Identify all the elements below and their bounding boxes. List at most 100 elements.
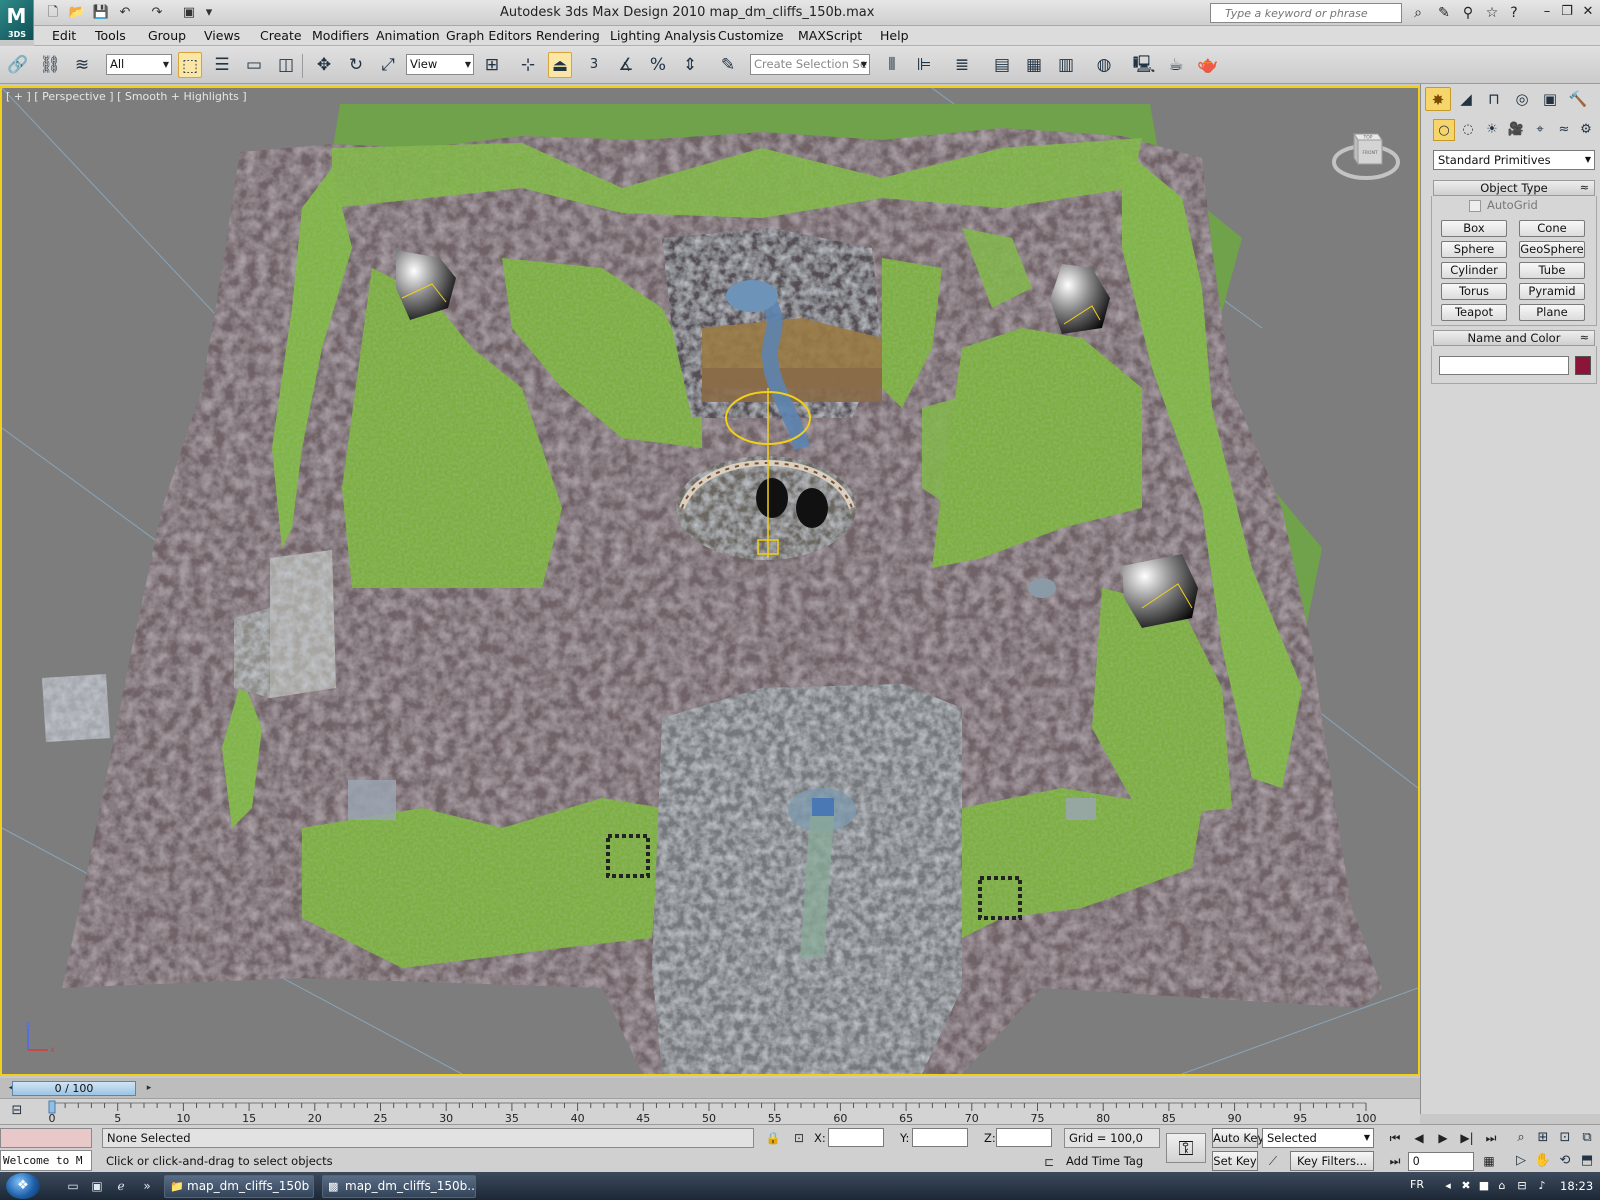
viewcube[interactable]: TOP FRONT xyxy=(1332,120,1400,188)
menu-customize[interactable]: Customize xyxy=(718,28,784,43)
bind-to-space-warp-icon[interactable]: ≋ xyxy=(70,52,94,78)
reference-coordinate-dropdown[interactable]: View ▼ xyxy=(406,54,474,75)
select-and-link-icon[interactable]: 🔗 xyxy=(6,52,30,78)
start-button[interactable]: ❖ xyxy=(6,1173,40,1199)
lights-icon[interactable]: ☀ xyxy=(1481,119,1503,141)
zoom-extents-icon[interactable]: ⊡ xyxy=(1554,1128,1576,1148)
tray-app-icon[interactable]: ■ xyxy=(1476,1178,1492,1194)
teapot-button[interactable]: Teapot xyxy=(1441,304,1507,321)
viewcube-front-label[interactable]: FRONT xyxy=(1362,150,1378,156)
pyramid-button[interactable]: Pyramid xyxy=(1519,283,1585,300)
zoom-icon[interactable]: ⌕ xyxy=(1510,1128,1532,1148)
tray-volume-icon[interactable]: ♪ xyxy=(1534,1178,1550,1194)
tray-device-icon[interactable]: ⌂ xyxy=(1494,1178,1510,1194)
set-key-button[interactable]: Set Key xyxy=(1212,1151,1258,1171)
play-icon[interactable]: ▶ xyxy=(1432,1128,1454,1148)
pivot-center-icon[interactable]: ⊞ xyxy=(480,52,504,78)
box-button[interactable]: Box xyxy=(1441,220,1507,237)
menu-views[interactable]: Views xyxy=(204,28,240,43)
restore-button[interactable]: ❐ xyxy=(1556,2,1578,22)
current-frame-field[interactable] xyxy=(1408,1152,1474,1171)
quick-render-teapot-icon[interactable]: 🫖 xyxy=(1196,52,1220,78)
menu-maxscript[interactable]: MAXScript xyxy=(798,28,862,43)
shapes-icon[interactable]: ◌ xyxy=(1457,119,1479,141)
snaps-toggle-icon[interactable]: 3 xyxy=(582,52,606,78)
application-button[interactable]: M 3DS xyxy=(0,0,34,40)
utilities-tab-icon[interactable]: 🔨 xyxy=(1565,87,1591,111)
zoom-extents-all-icon[interactable]: ⧉ xyxy=(1576,1128,1598,1148)
menu-lighting-analysis[interactable]: Lighting Analysis xyxy=(610,28,716,43)
time-slider[interactable]: ◂ 0 / 100 ▸ xyxy=(0,1078,1420,1098)
schematic-view-icon[interactable]: ▦ xyxy=(1022,52,1046,78)
window-crossing-icon[interactable]: ◫ xyxy=(274,52,298,78)
time-slider-thumb[interactable]: 0 / 100 xyxy=(12,1081,136,1096)
time-tag-icon[interactable]: ⊏ xyxy=(1040,1153,1058,1171)
help-icon[interactable]: ? xyxy=(1504,4,1524,22)
menu-tools[interactable]: Tools xyxy=(95,28,126,43)
menu-create[interactable]: Create xyxy=(260,28,302,43)
key-mode-dropdown[interactable]: Selected ▼ xyxy=(1262,1128,1374,1148)
curve-editor-icon[interactable]: ▤ xyxy=(990,52,1014,78)
hierarchy-tab-icon[interactable]: ⊓ xyxy=(1481,87,1507,111)
selection-lock-icon[interactable]: 🔒 xyxy=(764,1129,782,1147)
cameras-icon[interactable]: 🎥 xyxy=(1505,119,1527,141)
current-frame-marker[interactable] xyxy=(48,1100,56,1114)
name-and-color-rollout-header[interactable]: Name and Color ≈ xyxy=(1433,330,1595,346)
go-to-start-icon[interactable]: ⏮ xyxy=(1384,1128,1406,1148)
time-slider-next-icon[interactable]: ▸ xyxy=(138,1078,160,1098)
perspective-viewport[interactable]: [ + ] [ Perspective ] [ Smooth + Highlig… xyxy=(0,86,1420,1076)
communication-center-icon[interactable]: ⚲ xyxy=(1458,4,1478,22)
taskbar-folder-window[interactable]: 📁 map_dm_cliffs_150b xyxy=(164,1175,314,1198)
render-setup-icon[interactable]: 🖳 xyxy=(1132,52,1156,78)
taskbar-3dsmax-window[interactable]: ▩ map_dm_cliffs_150b... xyxy=(322,1175,476,1198)
object-name-field[interactable] xyxy=(1439,356,1569,375)
space-warps-icon[interactable]: ≈ xyxy=(1553,119,1575,141)
y-coord-field[interactable] xyxy=(912,1128,968,1147)
geometry-icon[interactable]: ○ xyxy=(1433,119,1455,141)
rectangular-selection-icon[interactable]: ▭ xyxy=(242,52,266,78)
plane-button[interactable]: Plane xyxy=(1519,304,1585,321)
modify-tab-icon[interactable]: ◢ xyxy=(1453,87,1479,111)
input-language-indicator[interactable]: FR xyxy=(1410,1178,1424,1191)
field-of-view-icon[interactable]: ▷ xyxy=(1510,1151,1532,1171)
layer-manager-icon[interactable]: ≣ xyxy=(950,52,974,78)
object-color-swatch[interactable] xyxy=(1575,356,1591,375)
z-coord-field[interactable] xyxy=(996,1128,1052,1147)
edit-named-selection-icon[interactable]: ✎ xyxy=(716,52,740,78)
select-and-manipulate-icon[interactable]: ⊹ xyxy=(516,52,540,78)
show-desktop-icon[interactable]: ▭ xyxy=(64,1177,82,1195)
menu-edit[interactable]: Edit xyxy=(52,28,76,43)
select-and-scale-icon[interactable]: ⤢ xyxy=(376,52,400,78)
redo-icon[interactable]: ↷ xyxy=(148,4,166,22)
undo-icon[interactable]: ↶ xyxy=(116,4,134,22)
add-time-tag-button[interactable]: Add Time Tag xyxy=(1066,1154,1143,1168)
viewcube-top-label[interactable]: TOP xyxy=(1362,135,1372,141)
helpers-icon[interactable]: ⌖ xyxy=(1529,119,1551,141)
pan-view-icon[interactable]: ✋ xyxy=(1532,1151,1554,1171)
next-frame-icon[interactable]: ▶| xyxy=(1456,1128,1478,1148)
key-mode-toggle-icon[interactable]: ⏭ xyxy=(1384,1151,1406,1171)
cylinder-button[interactable]: Cylinder xyxy=(1441,262,1507,279)
default-tangent-icon[interactable]: ⟋ xyxy=(1264,1152,1282,1170)
menu-modifiers[interactable]: Modifiers xyxy=(312,28,369,43)
tray-expand-icon[interactable]: ◂ xyxy=(1440,1178,1456,1194)
orbit-icon[interactable]: ⟲ xyxy=(1554,1151,1576,1171)
select-and-rotate-icon[interactable]: ↻ xyxy=(344,52,368,78)
align-icon[interactable]: ⊫ xyxy=(912,52,936,78)
percent-snap-icon[interactable]: % xyxy=(646,52,670,78)
select-by-name-icon[interactable]: ☰ xyxy=(210,52,234,78)
autogrid-checkbox[interactable] xyxy=(1469,200,1481,212)
time-configuration-icon[interactable]: ▦ xyxy=(1478,1151,1500,1171)
angle-snap-icon[interactable]: ∡ xyxy=(614,52,638,78)
browser-quicklaunch-icon[interactable]: ℯ xyxy=(112,1177,130,1195)
subscription-center-icon[interactable]: ✎ xyxy=(1434,4,1454,22)
close-button[interactable]: ✕ xyxy=(1577,2,1599,22)
maxscript-mini-listener[interactable] xyxy=(0,1128,92,1148)
systems-icon[interactable]: ⚙ xyxy=(1575,119,1597,141)
explorer-quicklaunch-icon[interactable]: ▣ xyxy=(88,1177,106,1195)
maximize-viewport-icon[interactable]: ⬒ xyxy=(1576,1151,1598,1171)
set-keys-icon[interactable]: ⚿ xyxy=(1166,1133,1206,1163)
open-file-icon[interactable]: 📂 xyxy=(68,4,86,22)
project-folder-icon[interactable]: ▣ xyxy=(180,4,198,22)
key-filters-button[interactable]: Key Filters... xyxy=(1290,1151,1374,1171)
